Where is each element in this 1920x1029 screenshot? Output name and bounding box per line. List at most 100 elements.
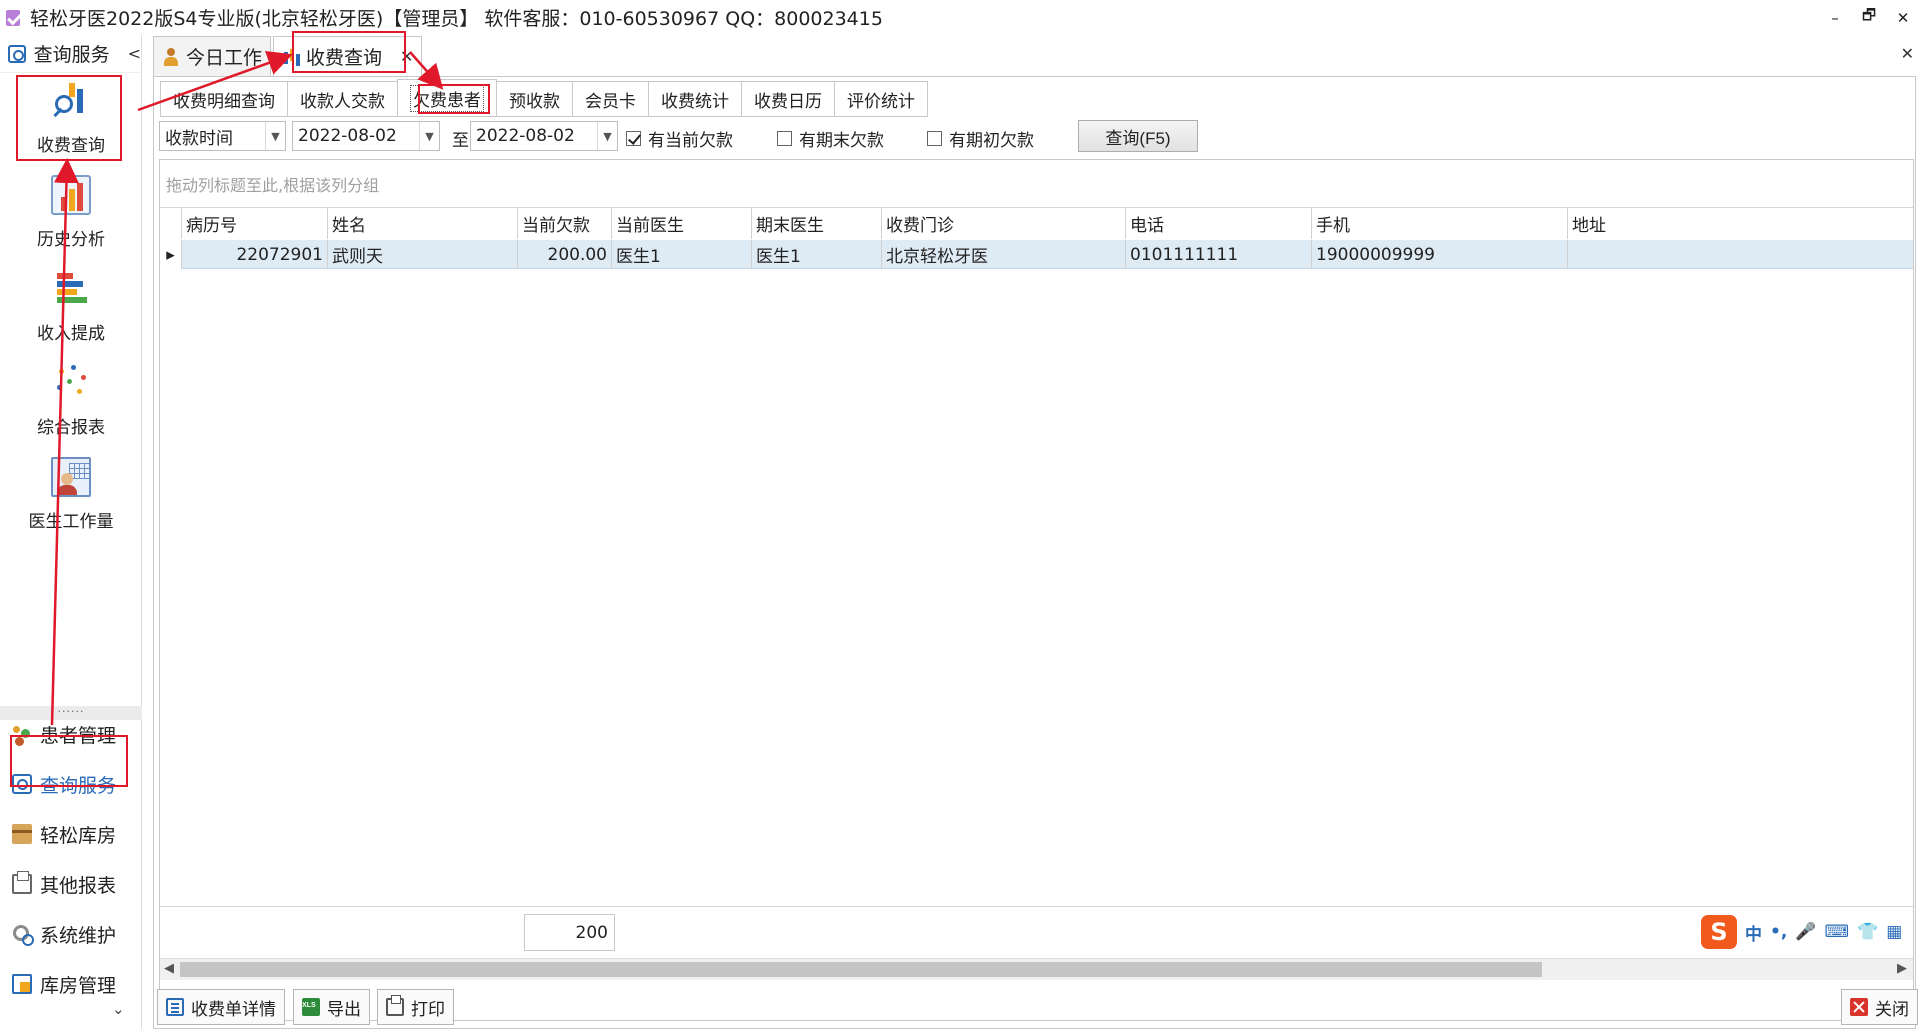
content-frame: 收费明细查询 收款人交款 欠费患者 预收款 会员卡 收费统计 收费日历 评价统计… [153,76,1916,1029]
sidebar-item-other-reports[interactable]: 其他报表 [0,861,142,907]
sidebar-item-label: 轻松库房 [40,824,117,847]
sidebar-item-query-service[interactable]: 查询服务 [0,761,142,807]
scroll-left-icon[interactable]: ◀ [164,961,174,976]
print-button[interactable]: 打印 [377,989,454,1025]
tool-doctor-workload[interactable]: 医生工作量 [0,451,142,541]
button-label: 导出 [327,999,361,1019]
tab-label: 预收款 [509,91,560,112]
close-all-tabs-icon[interactable]: ✕ [1901,44,1914,63]
excel-icon [302,998,320,1016]
sidebar-item-patient-management[interactable]: 患者管理 [0,711,142,757]
scrollbar-thumb[interactable] [180,962,1542,977]
chevron-down-icon[interactable]: ▼ [265,122,285,150]
table-cell[interactable]: 武则天 [328,240,518,269]
close-window-button[interactable]: ✕ [1886,0,1920,35]
column-header[interactable]: 当前欠款 [518,208,612,239]
export-button[interactable]: 导出 [293,989,370,1025]
date-field-select[interactable]: 收款时间 ▼ [159,121,286,151]
table-cell[interactable]: 0101111111 [1126,240,1312,269]
ending-arrears-checkbox[interactable]: 有期末欠款 [777,126,884,151]
collapse-sidebar-button[interactable]: < [128,44,141,63]
tab-label: 收费查询 [306,47,383,69]
filter-row: 收款时间 ▼ 2022-08-02 ▼ 至 2022-08-02 ▼ 有当前欠款… [159,119,1914,153]
fee-detail-button[interactable]: 收费单详情 [157,989,285,1025]
table-row[interactable]: ▸ 22072901 武则天 200.00 医生1 医生1 北京轻松牙医 010… [160,240,1913,269]
skin-shirt-icon[interactable]: 👕 [1857,922,1878,942]
sidebar-item-easy-warehouse[interactable]: 轻松库房 [0,811,142,857]
opening-arrears-checkbox[interactable]: 有期初欠款 [927,126,1034,151]
microphone-icon[interactable]: 🎤 [1795,922,1816,942]
restore-button[interactable]: 🗗 [1852,0,1886,35]
tab-member-card[interactable]: 会员卡 [572,81,649,117]
column-header[interactable]: 当前医生 [612,208,752,239]
tab-evaluation-statistics[interactable]: 评价统计 [834,81,928,117]
table-cell[interactable]: 医生1 [752,240,882,269]
to-label: 至 [452,131,469,151]
close-tab-icon[interactable]: ✕ [400,47,413,66]
keyboard-icon[interactable]: ⌨ [1825,922,1850,942]
tool-income-commission[interactable]: 收入提成 [0,263,142,353]
scroll-right-icon[interactable]: ▶ [1897,961,1907,976]
tool-fee-query[interactable]: 收费查询 [0,75,142,165]
table-cell[interactable]: 200.00 [518,240,612,269]
tab-fee-calendar[interactable]: 收费日历 [741,81,835,117]
date-to-picker[interactable]: 2022-08-02 ▼ [470,121,618,151]
column-header[interactable]: 地址 [1568,208,1913,239]
column-header[interactable]: 收费门诊 [882,208,1126,239]
grid-menu-icon[interactable]: ▦ [1886,922,1902,942]
checkbox-icon[interactable] [927,131,942,146]
table-cell[interactable] [1568,240,1913,269]
ime-punctuation-icon[interactable]: •, [1770,922,1787,942]
column-header[interactable]: 病历号 [182,208,328,239]
column-header[interactable]: 姓名 [328,208,518,239]
tab-today-work[interactable]: 今日工作 [153,36,272,76]
column-header[interactable]: 电话 [1126,208,1312,239]
horizontal-scrollbar[interactable]: ◀ ▶ [160,958,1913,980]
table-cell[interactable]: 19000009999 [1312,240,1568,269]
people-icon [12,724,32,744]
sub-tabs: 收费明细查询 收款人交款 欠费患者 预收款 会员卡 收费统计 收费日历 评价统计 [160,79,928,117]
date-from-picker[interactable]: 2022-08-02 ▼ [292,121,440,151]
tab-prepayment[interactable]: 预收款 [496,81,573,117]
tab-arrears-patients[interactable]: 欠费患者 [397,79,497,117]
checkbox-icon[interactable] [777,131,792,146]
sidebar-item-label: 患者管理 [40,724,117,747]
main-area: 今日工作 收费查询 ✕ ✕ 收费明细查询 收款人交款 欠费患者 预收款 会员卡 … [153,36,1920,1029]
sogou-logo-icon[interactable]: S [1701,915,1737,949]
footer-divider [160,906,1913,907]
sidebar-item-system-maintenance[interactable]: 系统维护 [0,911,142,957]
tool-label: 收入提成 [37,324,105,344]
chevron-down-icon[interactable]: ⌄ [112,1000,125,1018]
minimize-button[interactable]: – [1818,0,1852,35]
close-button[interactable]: 关闭 [1841,989,1918,1025]
date-from-value: 2022-08-02 [298,126,397,146]
tab-fee-detail-query[interactable]: 收费明细查询 [160,81,288,117]
title-bar: 轻松牙医2022版S4专业版(北京轻松牙医)【管理员】 软件客服：010-605… [0,0,1920,35]
sidebar: 查询服务 < 收费查询 历史分析 收入提成 综合报表 医生工作量 ...... … [0,35,142,1029]
sidebar-item-label: 查询服务 [40,774,117,797]
tab-payee-handover[interactable]: 收款人交款 [287,81,398,117]
column-header[interactable]: 期末医生 [752,208,882,239]
checkbox-label: 有期初欠款 [949,131,1034,151]
current-arrears-checkbox[interactable]: 有当前欠款 [626,126,733,151]
column-header[interactable]: 手机 [1312,208,1568,239]
table-cell[interactable]: 北京轻松牙医 [882,240,1126,269]
tab-fee-statistics[interactable]: 收费统计 [648,81,742,117]
chevron-down-icon[interactable]: ▼ [419,122,439,150]
printer-icon [386,995,404,1016]
checkbox-icon[interactable] [626,131,641,146]
tool-summary-report[interactable]: 综合报表 [0,357,142,447]
query-button[interactable]: 查询(F5) [1078,120,1198,152]
table-cell[interactable]: 医生1 [612,240,752,269]
group-by-panel[interactable]: 拖动列标题至此,根据该列分组 [160,160,1913,208]
tab-fee-query[interactable]: 收费查询 ✕ [273,36,423,76]
chevron-down-icon[interactable]: ▼ [597,122,617,150]
date-to-value: 2022-08-02 [476,126,575,146]
gear-icon [12,924,34,946]
tool-history-analysis[interactable]: 历史分析 [0,169,142,259]
ime-toolbar[interactable]: S 中 •, 🎤 ⌨ 👕 ▦ [1701,914,1902,950]
sidebar-item-label: 系统维护 [40,924,117,947]
tool-label: 历史分析 [37,230,105,250]
table-cell[interactable]: 22072901 [182,240,328,269]
ime-chinese-icon[interactable]: 中 [1745,920,1762,945]
